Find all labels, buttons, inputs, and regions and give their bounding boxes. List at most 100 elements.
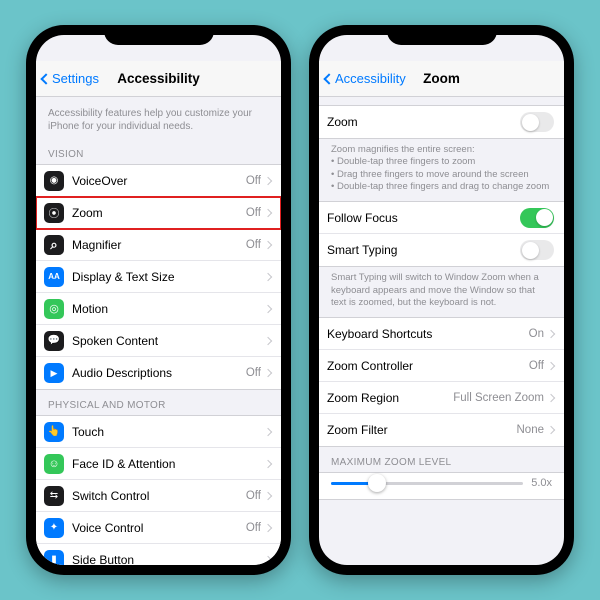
row-zoom-toggle[interactable]: Zoom xyxy=(319,106,564,138)
row-value: Off xyxy=(246,239,261,251)
g-mag-icon xyxy=(44,235,64,255)
chevron-right-icon xyxy=(547,330,555,338)
row-value: Full Screen Zoom xyxy=(453,392,544,404)
g-switch-icon xyxy=(44,486,64,506)
chevron-right-icon xyxy=(264,176,272,184)
row-label: Face ID & Attention xyxy=(72,457,265,471)
settings-row[interactable]: Switch ControlOff xyxy=(36,480,281,512)
smart-typing-toggle[interactable] xyxy=(520,240,554,260)
group-max-zoom: 5.0x xyxy=(319,472,564,500)
chevron-right-icon xyxy=(547,394,555,402)
settings-row[interactable]: Spoken Content xyxy=(36,325,281,357)
max-zoom-value: 5.0x xyxy=(531,477,552,489)
phone-left: Settings Accessibility Accessibility fea… xyxy=(26,25,291,575)
row-value: None xyxy=(517,424,545,436)
screen-left: Settings Accessibility Accessibility fea… xyxy=(36,35,281,565)
row-value: Off xyxy=(246,175,261,187)
row-label: Smart Typing xyxy=(327,243,520,257)
screen-right: Accessibility Zoom Zoom Zoom magnifies t… xyxy=(319,35,564,565)
chevron-right-icon xyxy=(264,208,272,216)
g-voice-icon xyxy=(44,518,64,538)
g-zoom-icon xyxy=(44,203,64,223)
g-side-icon xyxy=(44,550,64,566)
content: Zoom Zoom magnifies the entire screen: •… xyxy=(319,97,564,565)
notch xyxy=(387,25,497,45)
g-aa-icon xyxy=(44,267,64,287)
settings-row[interactable]: Zoom FilterNone xyxy=(319,414,564,446)
back-label: Accessibility xyxy=(335,71,406,86)
chevron-right-icon xyxy=(264,491,272,499)
row-label: Audio Descriptions xyxy=(72,366,246,380)
row-label: Spoken Content xyxy=(72,334,265,348)
section-header-max: MAXIMUM ZOOM LEVEL xyxy=(319,447,564,472)
max-zoom-slider[interactable] xyxy=(331,482,523,485)
settings-row[interactable]: Zoom ControllerOff xyxy=(319,350,564,382)
g-face-icon xyxy=(44,454,64,474)
chevron-right-icon xyxy=(264,272,272,280)
row-label: Display & Text Size xyxy=(72,270,265,284)
g-eye-icon xyxy=(44,171,64,191)
row-follow-focus[interactable]: Follow Focus xyxy=(319,202,564,234)
row-label: Zoom Controller xyxy=(327,359,529,373)
notch xyxy=(104,25,214,45)
settings-row[interactable]: Face ID & Attention xyxy=(36,448,281,480)
g-motion-icon xyxy=(44,299,64,319)
settings-row[interactable]: Side Button xyxy=(36,544,281,565)
row-label: Switch Control xyxy=(72,489,246,503)
chevron-left-icon xyxy=(40,73,51,84)
chevron-right-icon xyxy=(547,426,555,434)
chevron-right-icon xyxy=(264,240,272,248)
row-label: Magnifier xyxy=(72,238,246,252)
group-typing: Follow Focus Smart Typing xyxy=(319,201,564,267)
settings-row[interactable]: Audio DescriptionsOff xyxy=(36,357,281,389)
content: Accessibility features help you customiz… xyxy=(36,97,281,565)
follow-focus-toggle[interactable] xyxy=(520,208,554,228)
smart-typing-footer: Smart Typing will switch to Window Zoom … xyxy=(319,267,564,317)
back-button[interactable]: Settings xyxy=(36,71,99,86)
zoom-toggle[interactable] xyxy=(520,112,554,132)
chevron-right-icon xyxy=(264,523,272,531)
chevron-right-icon xyxy=(547,362,555,370)
phone-right: Accessibility Zoom Zoom Zoom magnifies t… xyxy=(309,25,574,575)
row-label: Zoom Filter xyxy=(327,423,517,437)
settings-row[interactable]: MagnifierOff xyxy=(36,229,281,261)
row-label: Touch xyxy=(72,425,265,439)
row-label: Voice Control xyxy=(72,521,246,535)
group-vision: VoiceOverOffZoomOffMagnifierOffDisplay &… xyxy=(36,164,281,390)
settings-row[interactable]: Keyboard ShortcutsOn xyxy=(319,318,564,350)
group-zoom-options: Keyboard ShortcutsOnZoom ControllerOffZo… xyxy=(319,317,564,447)
chevron-right-icon xyxy=(264,304,272,312)
settings-row[interactable]: VoiceOverOff xyxy=(36,165,281,197)
navbar: Settings Accessibility xyxy=(36,61,281,97)
g-audio-icon xyxy=(44,363,64,383)
row-label: Motion xyxy=(72,302,265,316)
settings-row[interactable]: Motion xyxy=(36,293,281,325)
toggle-knob xyxy=(522,114,539,131)
zoom-footer: Zoom magnifies the entire screen: • Doub… xyxy=(319,139,564,201)
row-label: Zoom xyxy=(327,115,520,129)
row-smart-typing[interactable]: Smart Typing xyxy=(319,234,564,266)
settings-row[interactable]: Zoom RegionFull Screen Zoom xyxy=(319,382,564,414)
back-button[interactable]: Accessibility xyxy=(319,71,406,86)
chevron-right-icon xyxy=(264,336,272,344)
settings-row[interactable]: Touch xyxy=(36,416,281,448)
slider-thumb[interactable] xyxy=(368,474,386,492)
row-label: Follow Focus xyxy=(327,211,520,225)
settings-row[interactable]: Display & Text Size xyxy=(36,261,281,293)
back-label: Settings xyxy=(52,71,99,86)
settings-row[interactable]: Voice ControlOff xyxy=(36,512,281,544)
section-header-motor: PHYSICAL AND MOTOR xyxy=(36,390,281,415)
settings-row[interactable]: ZoomOff xyxy=(36,197,281,229)
intro-text: Accessibility features help you customiz… xyxy=(36,97,281,139)
row-label: Zoom xyxy=(72,206,246,220)
row-value: Off xyxy=(246,522,261,534)
toggle-knob xyxy=(522,242,539,259)
toggle-knob xyxy=(536,209,553,226)
row-value: On xyxy=(529,328,544,340)
group-zoom: Zoom xyxy=(319,105,564,139)
chevron-right-icon xyxy=(264,555,272,563)
max-zoom-slider-row: 5.0x xyxy=(319,473,564,499)
g-touch-icon xyxy=(44,422,64,442)
g-speak-icon xyxy=(44,331,64,351)
row-value: Off xyxy=(246,367,261,379)
